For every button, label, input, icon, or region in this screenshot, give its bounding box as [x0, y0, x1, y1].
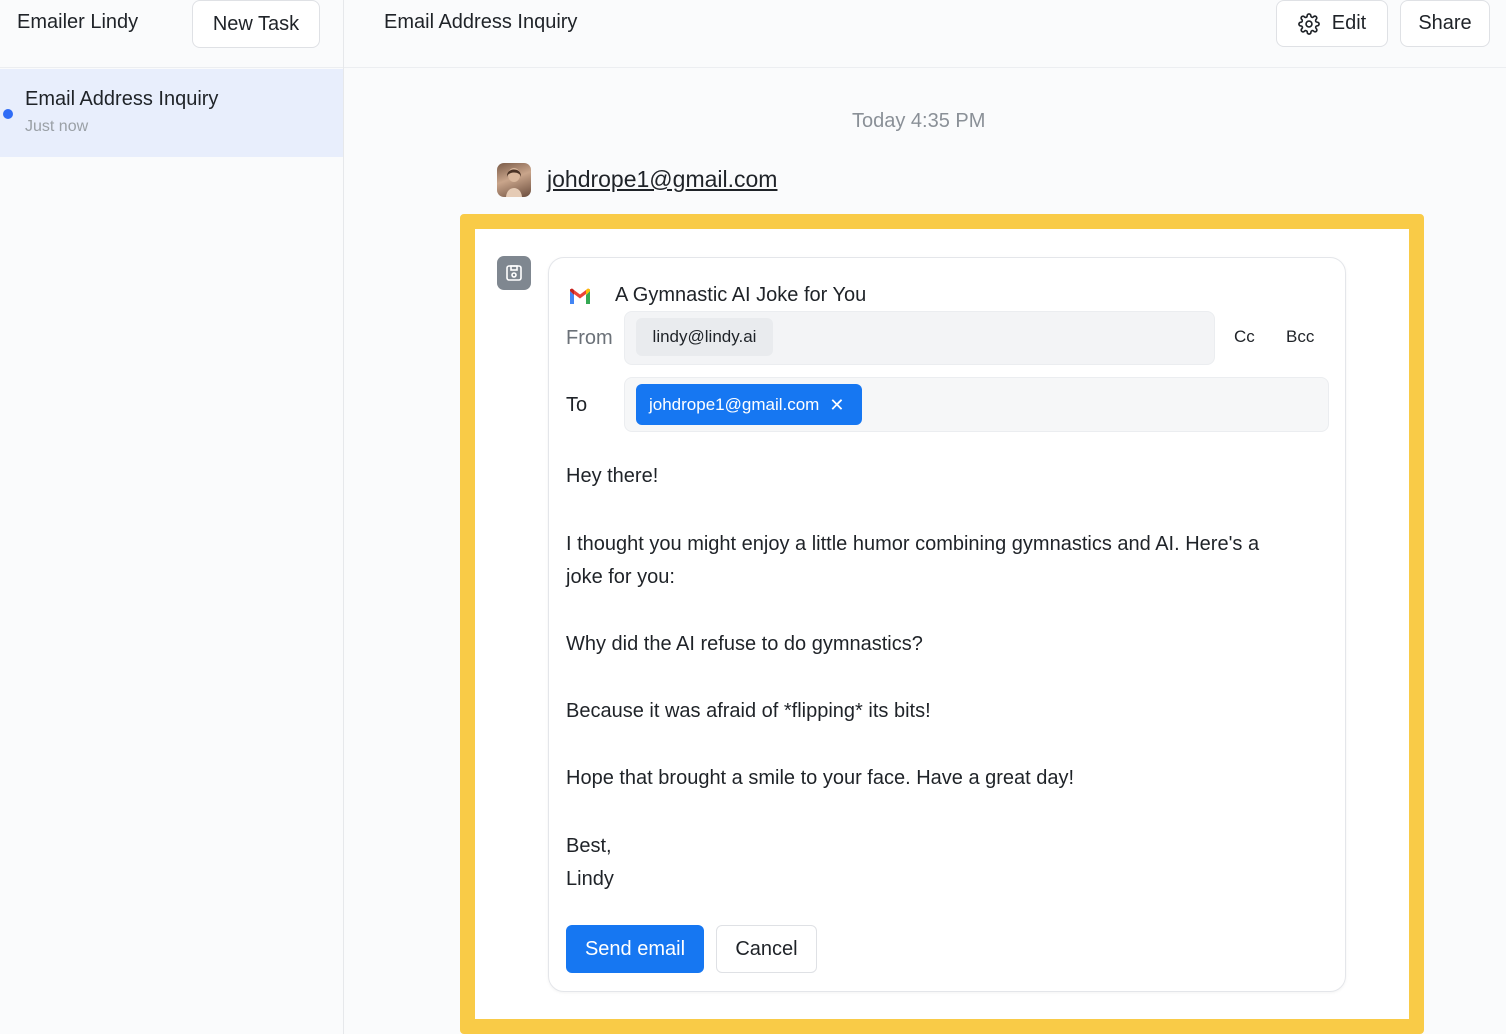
unread-dot-icon [3, 109, 13, 119]
email-subject: A Gymnastic AI Joke for You [615, 284, 867, 306]
email-body-line: I thought you might enjoy a little humor… [566, 533, 1260, 555]
share-button[interactable]: Share [1400, 0, 1490, 47]
email-body-line: Hey there! [566, 465, 659, 487]
app-name: Emailer Lindy [17, 11, 139, 33]
gmail-icon [570, 288, 590, 304]
email-draft-card [548, 257, 1346, 992]
app-root: Emailer Lindy New Task Email Address Inq… [0, 0, 1506, 1034]
email-body-line: Hope that brought a smile to your face. … [566, 767, 1075, 789]
send-email-button[interactable]: Send email [566, 925, 704, 973]
bcc-button[interactable]: Bcc [1286, 327, 1314, 347]
sidebar-header: Emailer Lindy New Task [0, 0, 343, 68]
new-task-button[interactable]: New Task [192, 0, 320, 48]
save-draft-icon [497, 256, 531, 290]
remove-recipient-icon[interactable]: ✕ [829, 396, 844, 414]
page-title: Email Address Inquiry [384, 11, 578, 33]
message-timestamp: Today 4:35 PM [852, 110, 986, 132]
from-label: From [566, 327, 613, 349]
cc-button[interactable]: Cc [1234, 327, 1255, 347]
avatar [497, 163, 531, 197]
sender-email-link[interactable]: johdrope1@gmail.com [547, 166, 777, 193]
recipient-chip[interactable]: johdrope1@gmail.com ✕ [636, 384, 862, 425]
sidebar-task-item[interactable] [0, 69, 343, 157]
edit-label: Edit [1331, 12, 1367, 34]
task-title: Email Address Inquiry [25, 88, 219, 110]
email-body-line: Why did the AI refuse to do gymnastics? [566, 633, 923, 655]
email-body-line: Because it was afraid of *flipping* its … [566, 700, 931, 722]
from-address-chip[interactable]: lindy@lindy.ai [636, 318, 773, 356]
recipient-chip-label: johdrope1@gmail.com [649, 394, 820, 414]
avatar-image-icon [506, 168, 522, 197]
task-timestamp: Just now [25, 118, 89, 135]
edit-button[interactable]: Edit [1276, 0, 1388, 47]
cancel-button[interactable]: Cancel [716, 925, 817, 973]
email-body-line: Best, [566, 835, 612, 857]
email-body-line: joke for you: [566, 566, 675, 588]
email-body-line: Lindy [566, 868, 614, 890]
gear-icon [1297, 12, 1320, 35]
main-header: Email Address Inquiry Edit Share [344, 0, 1506, 68]
to-label: To [566, 394, 588, 416]
